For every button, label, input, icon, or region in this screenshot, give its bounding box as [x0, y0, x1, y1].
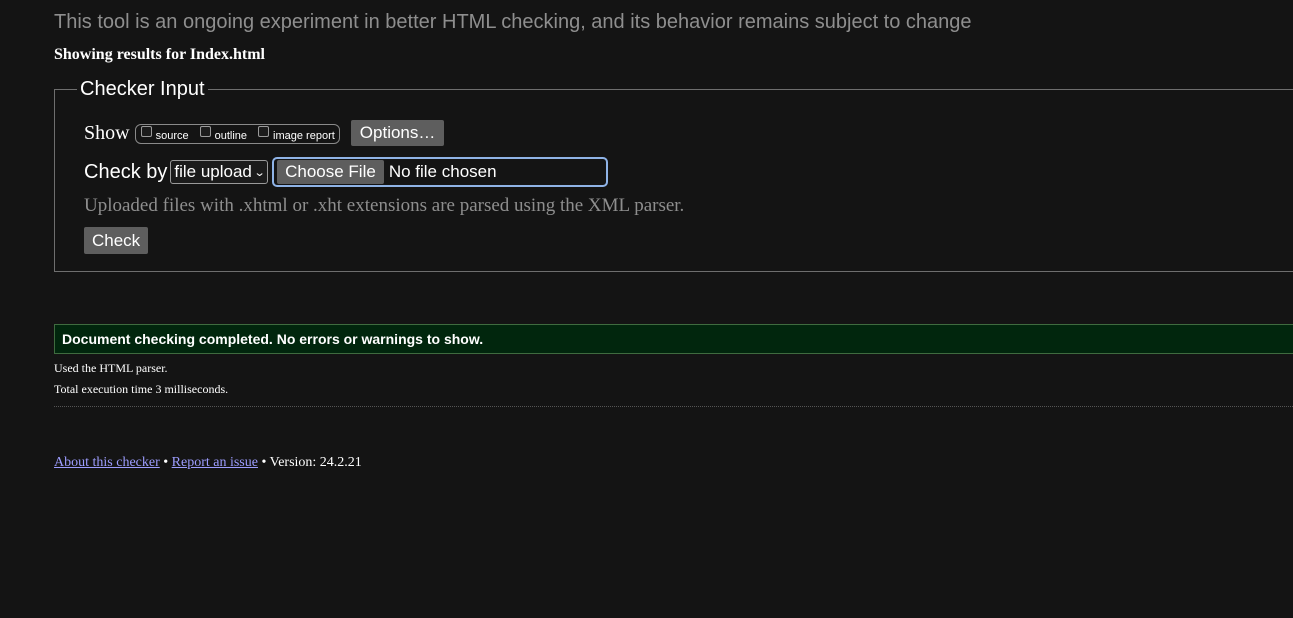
- about-checker-link[interactable]: About this checker: [54, 455, 160, 470]
- outline-checkbox[interactable]: [199, 126, 211, 137]
- show-row: Show source outline image report Options…: [84, 119, 445, 147]
- chevron-down-icon: ⌄: [253, 166, 266, 179]
- execution-time: Total execution time 3 milliseconds.: [54, 382, 229, 396]
- source-checkbox[interactable]: [140, 126, 152, 137]
- experiment-notice: This tool is an ongoing experiment in be…: [54, 11, 972, 33]
- image-report-checkbox-label: image report: [273, 129, 335, 142]
- show-image-report-option[interactable]: image report: [258, 126, 335, 142]
- check-button[interactable]: Check: [84, 227, 149, 254]
- check-by-row: Check by file upload ⌄ Choose File No fi…: [84, 156, 609, 188]
- report-issue-link[interactable]: Report an issue: [172, 455, 258, 470]
- results-heading: Showing results for Index.html: [54, 46, 265, 63]
- show-source-option[interactable]: source: [140, 126, 189, 142]
- success-banner: Document checking completed. No errors o…: [54, 324, 1293, 354]
- file-upload-input[interactable]: Choose File No file chosen: [272, 157, 609, 187]
- check-by-select[interactable]: file upload ⌄: [170, 160, 269, 184]
- page: This tool is an ongoing experiment in be…: [0, 0, 1293, 618]
- file-status-text: No file chosen: [388, 162, 497, 181]
- source-checkbox-label: source: [155, 129, 189, 142]
- checker-input-legend: Checker Input: [80, 78, 205, 100]
- show-options-group: source outline image report: [134, 124, 340, 144]
- show-label: Show: [84, 121, 130, 144]
- upload-hint: Uploaded files with .xhtml or .xht exten…: [84, 195, 685, 216]
- check-by-selected-value: file upload: [174, 162, 252, 181]
- footer: About this checker • Report an issue • V…: [54, 455, 362, 471]
- options-button[interactable]: Options…: [350, 120, 445, 146]
- version-text: Version: 24.2.21: [269, 455, 362, 470]
- choose-file-button[interactable]: Choose File: [277, 160, 384, 184]
- parser-info: Used the HTML parser.: [54, 361, 168, 375]
- outline-checkbox-label: outline: [214, 129, 248, 142]
- divider: [54, 406, 1293, 407]
- show-outline-option[interactable]: outline: [199, 126, 248, 142]
- footer-separator: •: [261, 455, 267, 470]
- check-by-label: Check by: [84, 160, 168, 183]
- image-report-checkbox[interactable]: [258, 126, 270, 137]
- footer-separator: •: [163, 455, 169, 470]
